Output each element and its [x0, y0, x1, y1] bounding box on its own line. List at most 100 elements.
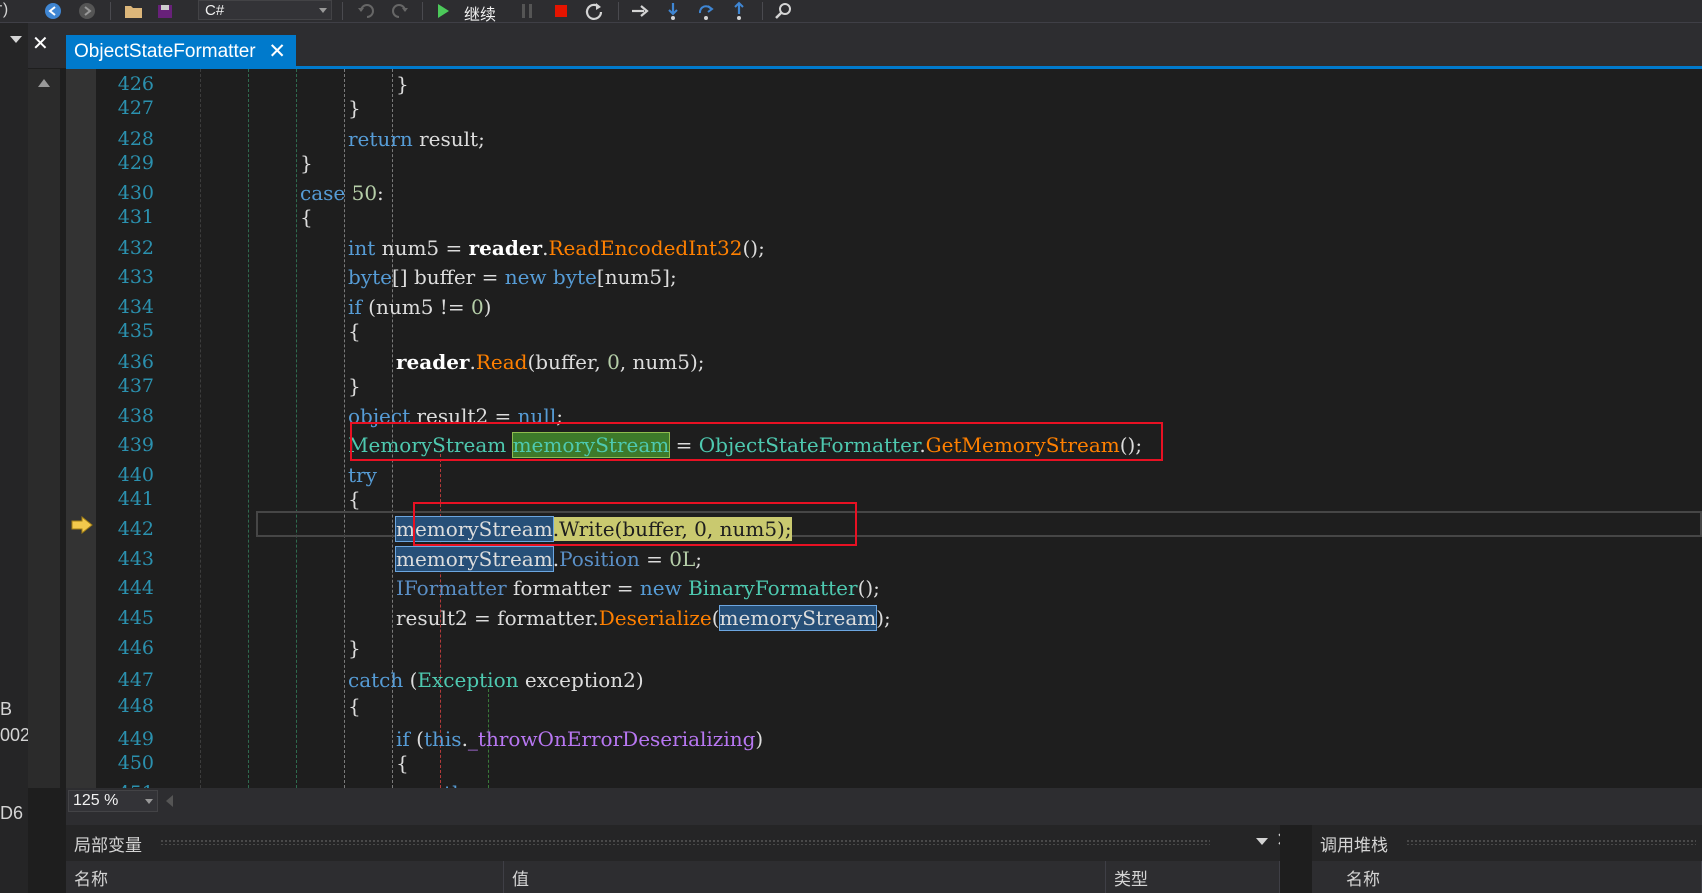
chevron-down-icon[interactable] — [1256, 838, 1268, 845]
line-number: 431 — [117, 206, 154, 228]
undo-icon[interactable] — [354, 1, 378, 21]
indent-guide — [344, 69, 345, 788]
left-tool-strip: B 002I D6 — [0, 23, 35, 893]
toolbar-separator — [110, 2, 111, 20]
column-header-label: 值 — [512, 869, 529, 889]
line-number: 436 — [117, 351, 154, 373]
code-token: memoryStream — [718, 605, 878, 631]
editor-vertical-scrollbar[interactable] — [28, 69, 60, 788]
toolbar-separator — [342, 2, 343, 20]
panel-grip[interactable] — [160, 839, 1210, 845]
code-token: catch — [348, 668, 404, 692]
step-out-icon[interactable] — [728, 1, 750, 21]
scroll-up-icon[interactable] — [38, 79, 50, 87]
code-token: , num5); — [619, 350, 705, 374]
code-token: Exception — [417, 668, 519, 692]
side-text: B — [0, 699, 13, 719]
code-line[interactable]: { — [348, 693, 361, 719]
line-number: 446 — [117, 637, 154, 659]
code-token: [] buffer = — [391, 265, 505, 289]
show-next-statement-icon[interactable] — [628, 1, 652, 21]
navigate-forward-icon[interactable] — [76, 1, 98, 21]
annotation-box-line-442 — [413, 502, 857, 546]
code-line[interactable]: try — [348, 462, 377, 488]
line-number: 442 — [117, 518, 154, 540]
navigate-back-icon[interactable] — [42, 1, 64, 21]
code-token: ( — [711, 606, 720, 630]
line-number: 440 — [117, 464, 154, 486]
column-header-value[interactable]: 值 — [504, 861, 1106, 893]
code-token: 0 — [607, 350, 620, 374]
code-line[interactable]: byte[] buffer = new byte[num5]; — [348, 264, 677, 290]
scroll-left-icon[interactable] — [166, 795, 173, 807]
column-header-type[interactable]: 类型 — [1106, 861, 1280, 893]
code-line[interactable]: memoryStream.Position = 0L; — [395, 546, 703, 572]
code-line[interactable]: throw; — [444, 780, 510, 788]
continue-label[interactable]: 继续 — [464, 1, 496, 25]
code-line[interactable]: IFormatter formatter = new BinaryFormatt… — [396, 575, 880, 601]
code-line[interactable]: } — [348, 635, 361, 661]
code-line[interactable]: { — [348, 318, 361, 344]
indent-guide — [200, 69, 201, 788]
code-line[interactable]: reader.Read(buffer, 0, num5); — [396, 349, 705, 375]
glyph-margin[interactable] — [66, 69, 96, 788]
step-into-icon[interactable] — [662, 1, 684, 21]
save-all-icon[interactable] — [154, 1, 178, 21]
code-token: ReadEncodedInt32 — [548, 236, 743, 260]
locals-panel-title: 局部变量 — [74, 836, 142, 855]
code-token: (num5 != — [361, 295, 471, 319]
code-line[interactable]: case 50: — [300, 180, 384, 206]
chevron-down-icon[interactable] — [10, 36, 22, 43]
column-header-name[interactable]: 名称 — [1312, 861, 1702, 893]
code-line[interactable]: return result; — [348, 126, 485, 152]
code-token: = — [639, 547, 670, 571]
code-line[interactable]: { — [396, 750, 409, 776]
code-token: } — [348, 374, 361, 398]
line-number: 450 — [117, 752, 154, 774]
zoom-dropdown[interactable]: 125 % — [68, 790, 158, 812]
code-line[interactable]: } — [348, 373, 361, 399]
close-icon[interactable]: ✕ — [32, 31, 49, 56]
code-line[interactable]: if (num5 != 0) — [348, 294, 491, 320]
panel-grip[interactable] — [1406, 839, 1696, 845]
code-line[interactable]: if (this._throwOnErrorDeserializing) — [396, 726, 763, 752]
line-number: 430 — [117, 182, 154, 204]
step-over-icon[interactable] — [694, 1, 718, 21]
code-token: ; — [695, 547, 703, 571]
code-token: Read — [475, 350, 528, 374]
open-folder-icon[interactable] — [122, 1, 146, 21]
toolbar-separator — [422, 2, 423, 20]
code-line[interactable]: } — [300, 150, 313, 176]
code-token: { — [348, 487, 361, 511]
line-number: 449 — [117, 728, 154, 750]
continue-play-icon[interactable] — [432, 1, 454, 21]
pause-icon[interactable] — [516, 1, 538, 21]
line-number: 448 — [117, 695, 154, 717]
code-token: { — [348, 694, 361, 718]
panel-splitter[interactable] — [66, 814, 1702, 825]
line-number: 445 — [117, 607, 154, 629]
toolbar-separator — [762, 2, 763, 20]
code-token: (); — [742, 236, 765, 260]
code-token: _throwOnErrorDeserializing — [467, 727, 756, 751]
code-line[interactable]: { — [348, 486, 361, 512]
tab-objectstateformatter[interactable]: ObjectStateFormatter ✕ — [66, 35, 296, 68]
line-number: 435 — [117, 320, 154, 342]
code-line[interactable]: { — [300, 204, 313, 230]
code-token: } — [348, 96, 361, 120]
find-icon[interactable] — [772, 1, 796, 21]
column-header-name[interactable]: 名称 — [66, 861, 504, 893]
close-icon[interactable]: ✕ — [268, 39, 286, 64]
restart-icon[interactable] — [582, 1, 606, 21]
code-line[interactable]: result2 = formatter.Deserialize(memorySt… — [396, 605, 891, 631]
code-token: new — [639, 576, 682, 600]
stop-icon[interactable] — [550, 1, 572, 21]
code-line[interactable]: } — [396, 71, 409, 97]
redo-icon[interactable] — [388, 1, 412, 21]
code-editor[interactable]: 426 427 428 429 430 431 432 433 434 435 436 437 438 4… — [66, 69, 1702, 788]
line-number-gutter: 426 427 428 429 430 431 432 433 434 435 436 437 438 4… — [96, 69, 164, 788]
code-line[interactable]: } — [348, 95, 361, 121]
code-line[interactable]: int num5 = reader.ReadEncodedInt32(); — [348, 235, 765, 261]
code-line[interactable]: catch (Exception exception2) — [348, 667, 644, 693]
language-dropdown[interactable]: C# — [198, 0, 332, 20]
